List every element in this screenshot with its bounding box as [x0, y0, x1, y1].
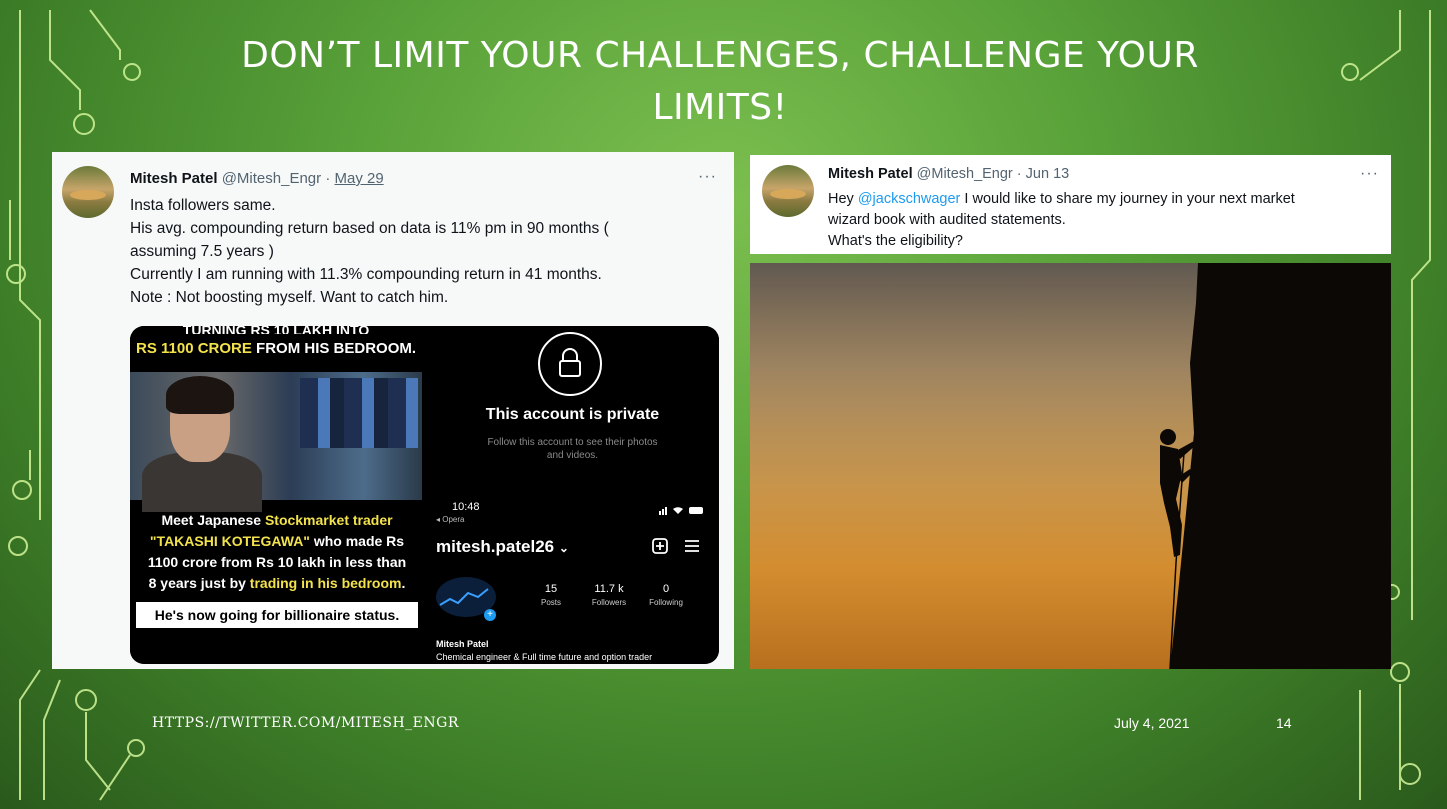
add-post-icon	[652, 538, 668, 554]
footer-date: July 4, 2021	[1114, 715, 1190, 731]
ig-followers-label: Followers	[591, 598, 627, 607]
tweet-line: What's the eligibility?	[828, 233, 963, 249]
ig-display-name: Mitesh Patel	[436, 639, 489, 649]
tweet-text-segment: Hey	[828, 191, 858, 207]
tweet-line: Note : Not boosting myself. Want to catc…	[130, 289, 449, 306]
ig-posts-label: Posts	[540, 598, 561, 607]
ig-posts-count: 15	[544, 583, 558, 595]
headline-top: TURNING RS 10 LAKH INTO	[182, 326, 370, 334]
rock-climber-silhouette	[750, 263, 1391, 669]
ig-username[interactable]: mitesh.patel26 ⌄	[436, 537, 569, 557]
rock-climber-image[interactable]	[750, 263, 1391, 669]
tweet-line: wizard book with audited statements.	[828, 212, 1066, 228]
headline-yellow: RS 1100 CRORE	[136, 340, 252, 357]
meet-text: who made Rs	[309, 533, 405, 549]
tweet-text: Insta followers same. His avg. compoundi…	[130, 194, 609, 309]
lock-icon	[538, 332, 602, 396]
headline: RS 1100 CRORE FROM HIS BEDROOM.	[136, 340, 416, 357]
tweet-header: Mitesh Patel @Mitesh_Engr · Jun 13	[828, 166, 1069, 182]
private-title: This account is private	[485, 406, 660, 423]
tweet-text: Hey @jackschwager I would like to share …	[828, 189, 1295, 252]
tweet-card-1[interactable]: Mitesh Patel @Mitesh_Engr · May 29 ··· I…	[52, 152, 734, 669]
tweet-line: assuming 7.5 years )	[130, 243, 274, 260]
author-handle[interactable]: @Mitesh_Engr	[917, 166, 1013, 182]
private-subtitle-line: and videos.	[546, 450, 599, 461]
meet-text: .	[401, 575, 406, 591]
status-time: 10:48	[452, 501, 480, 513]
more-options-icon[interactable]: ···	[1360, 165, 1379, 183]
tweet-line: Insta followers same.	[130, 197, 276, 214]
meet-caption: Meet Japanese Stockmarket trader "TAKASH…	[134, 510, 420, 594]
meet-text: Meet Japanese	[161, 512, 265, 528]
signal-wifi-battery-icon	[659, 505, 705, 518]
tweet-date[interactable]: Jun 13	[1026, 166, 1070, 182]
meet-text-yellow: trading in his bedroom	[249, 575, 402, 591]
slide: DON’T LIMIT YOUR CHALLENGES, CHALLENGE Y…	[0, 0, 1447, 809]
ig-posts-stat[interactable]: 15 Posts	[526, 583, 576, 609]
ig-bio: Chemical engineer & Full time future and…	[436, 652, 653, 662]
ig-username-text: mitesh.patel26	[436, 537, 555, 556]
author-name[interactable]: Mitesh Patel	[130, 170, 218, 187]
media-private-account[interactable]: This account is private Follow this acco…	[426, 326, 719, 493]
author-name[interactable]: Mitesh Patel	[828, 166, 913, 182]
tweet-text-segment: I would like to share my journey in your…	[960, 191, 1295, 207]
ig-following-stat[interactable]: 0 Following	[641, 583, 691, 609]
slide-title-line1: DON’T LIMIT YOUR CHALLENGES, CHALLENGE Y…	[241, 35, 1199, 76]
private-subtitle-line: Follow this account to see their photos	[487, 437, 658, 448]
avatar[interactable]	[762, 165, 814, 217]
media-instagram-profile[interactable]: 10:48 ◂ Opera mitesh.patel26 ⌄ + 15 Post…	[426, 497, 719, 664]
menu-icon	[685, 540, 699, 552]
separator-dot: ·	[325, 170, 331, 187]
tweet-line: His avg. compounding return based on dat…	[130, 220, 609, 237]
meet-text: 8 years just by	[148, 575, 250, 591]
trader-photo	[130, 372, 422, 512]
tweet-line: Currently I am running with 11.3% compou…	[130, 266, 602, 283]
tweet-date[interactable]: May 29	[334, 170, 383, 187]
avatar[interactable]	[62, 166, 114, 218]
ig-followers-count: 11.7 k	[594, 583, 624, 595]
billionaire-banner: He's now going for billionaire status.	[136, 602, 418, 628]
slide-title: DON’T LIMIT YOUR CHALLENGES, CHALLENGE Y…	[120, 30, 1320, 134]
chevron-down-icon[interactable]: ⌄	[559, 541, 569, 555]
ig-followers-stat[interactable]: 11.7 k Followers	[584, 583, 634, 609]
private-subtitle: Follow this account to see their photos …	[426, 436, 719, 462]
page-number: 14	[1276, 715, 1292, 731]
back-to-opera-link[interactable]: ◂ Opera	[436, 515, 464, 524]
separator-dot: ·	[1016, 166, 1022, 182]
ig-following-count: 0	[662, 583, 670, 595]
ig-header-icons	[651, 537, 707, 560]
headline-white: FROM HIS BEDROOM.	[251, 340, 417, 357]
meet-text-yellow: Stockmarket trader	[264, 512, 393, 528]
tweet-card-2[interactable]: Mitesh Patel @Mitesh_Engr · Jun 13 ··· H…	[750, 155, 1391, 254]
more-options-icon[interactable]: ···	[698, 168, 717, 186]
ig-following-label: Following	[649, 598, 683, 607]
tweet-header: Mitesh Patel @Mitesh_Engr · May 29	[130, 170, 384, 187]
meet-text-yellow: "TAKASHI KOTEGAWA"	[149, 533, 310, 549]
tweet-media-grid[interactable]: TURNING RS 10 LAKH INTO RS 1100 CRORE FR…	[130, 326, 719, 664]
slide-title-line2: LIMITS!	[652, 87, 788, 128]
media-news-image[interactable]: TURNING RS 10 LAKH INTO RS 1100 CRORE FR…	[130, 326, 422, 664]
author-handle[interactable]: @Mitesh_Engr	[222, 170, 321, 187]
add-story-icon[interactable]: +	[484, 609, 496, 621]
meet-text: 1100 crore from Rs 10 lakh in less than	[147, 554, 407, 570]
mention-link[interactable]: @jackschwager	[858, 191, 961, 207]
footer-url[interactable]: HTTPS://TWITTER.COM/MITESH_ENGR	[152, 715, 459, 731]
